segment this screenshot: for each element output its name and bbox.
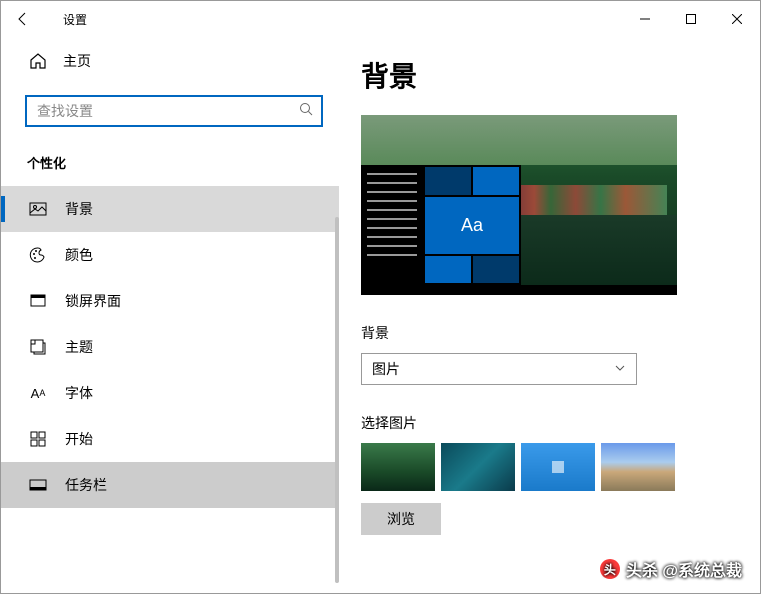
picture-thumb-4[interactable] <box>601 443 675 491</box>
back-button[interactable] <box>5 1 41 37</box>
sidebar-item-label: 任务栏 <box>65 475 107 495</box>
start-icon <box>29 430 47 448</box>
sidebar-item-fonts[interactable]: AA 字体 <box>1 370 339 416</box>
watermark-icon: 头 <box>600 559 620 579</box>
sidebar-item-label: 开始 <box>65 429 93 449</box>
background-label: 背景 <box>361 323 730 343</box>
picture-thumb-3[interactable] <box>521 443 595 491</box>
sidebar-item-label: 颜色 <box>65 245 93 265</box>
sidebar-item-themes[interactable]: 主题 <box>1 324 339 370</box>
sidebar: 主页 个性化 背景 颜色 锁屏界面 主题 AA 字体 开始 <box>1 37 339 593</box>
titlebar: 设置 <box>1 1 760 37</box>
desktop-preview: Aa <box>361 115 677 295</box>
choose-picture-label: 选择图片 <box>361 413 730 433</box>
background-type-dropdown[interactable]: 图片 <box>361 353 637 385</box>
picture-thumb-2[interactable] <box>441 443 515 491</box>
sidebar-item-label: 背景 <box>65 199 93 219</box>
sidebar-item-label: 字体 <box>65 383 93 403</box>
preview-accent-tile: Aa <box>425 197 519 254</box>
close-button[interactable] <box>714 1 760 37</box>
sidebar-item-background[interactable]: 背景 <box>1 186 339 232</box>
taskbar-icon <box>29 476 47 494</box>
search-field[interactable] <box>37 103 299 119</box>
main-panel: 背景 Aa 背景 图片 <box>339 37 760 593</box>
browse-button[interactable]: 浏览 <box>361 503 441 535</box>
home-link[interactable]: 主页 <box>1 43 339 79</box>
sidebar-item-start[interactable]: 开始 <box>1 416 339 462</box>
picture-thumb-1[interactable] <box>361 443 435 491</box>
palette-icon <box>29 246 47 264</box>
window-title: 设置 <box>63 11 87 28</box>
sidebar-item-label: 锁屏界面 <box>65 291 121 311</box>
sidebar-scrollbar[interactable] <box>335 217 339 583</box>
chevron-down-icon <box>614 361 626 377</box>
section-label: 个性化 <box>27 153 339 172</box>
watermark: 头 头杀 @系统总裁 <box>600 557 742 581</box>
page-heading: 背景 <box>361 55 730 95</box>
sidebar-item-colors[interactable]: 颜色 <box>1 232 339 278</box>
dropdown-value: 图片 <box>372 359 400 379</box>
picture-thumbnails <box>361 443 730 491</box>
sidebar-item-label: 主题 <box>65 337 93 357</box>
sidebar-item-taskbar[interactable]: 任务栏 <box>1 462 339 508</box>
preview-start-menu: Aa <box>361 165 521 285</box>
sidebar-item-lockscreen[interactable]: 锁屏界面 <box>1 278 339 324</box>
theme-icon <box>29 338 47 356</box>
font-icon: AA <box>29 384 47 402</box>
lockscreen-icon <box>29 292 47 310</box>
maximize-button[interactable] <box>668 1 714 37</box>
minimize-button[interactable] <box>622 1 668 37</box>
search-input[interactable] <box>25 95 323 127</box>
watermark-text: 头杀 @系统总裁 <box>626 557 742 581</box>
preview-taskbar <box>361 285 677 295</box>
search-icon <box>299 102 313 121</box>
window-controls <box>622 1 760 37</box>
picture-icon <box>29 200 47 218</box>
home-label: 主页 <box>63 51 91 71</box>
home-icon <box>29 52 47 70</box>
